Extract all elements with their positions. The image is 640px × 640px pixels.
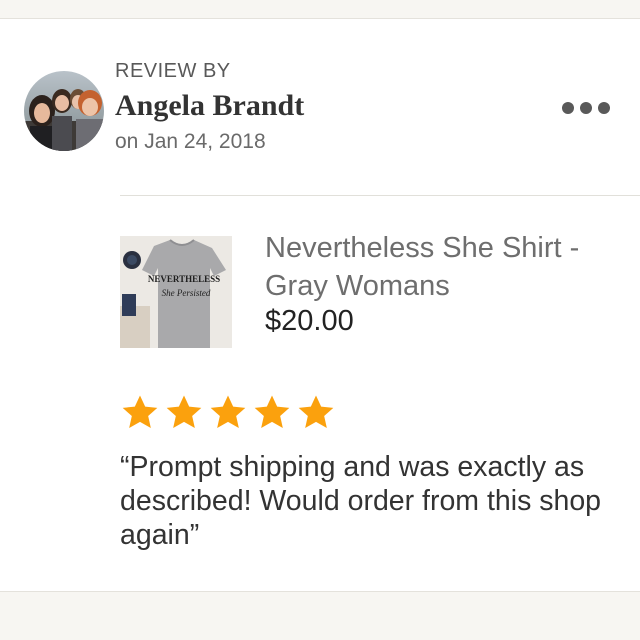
- svg-text:She Persisted: She Persisted: [162, 288, 211, 298]
- review-date: on Jan 24, 2018: [115, 130, 266, 153]
- product-thumbnail[interactable]: NEVERTHELESS She Persisted: [120, 236, 232, 348]
- more-options-icon: [562, 102, 610, 114]
- reviewer-name[interactable]: Angela Brandt: [115, 89, 304, 123]
- review-text: “Prompt shipping and was exactly as desc…: [120, 451, 602, 551]
- product-title[interactable]: Nevertheless She Shirt - Gray Womans: [265, 229, 605, 305]
- star-rating: [120, 393, 336, 433]
- divider: [120, 195, 640, 196]
- review-card: REVIEW BY Angela Brandt on Jan 24, 2018 …: [0, 18, 640, 592]
- review-by-label: REVIEW BY: [115, 60, 231, 82]
- avatar-photo: [24, 71, 104, 151]
- more-options-button[interactable]: [556, 97, 616, 119]
- star-icon: [210, 395, 246, 428]
- shirt-print-text: NEVERTHELESS: [148, 274, 220, 284]
- product-photo: NEVERTHELESS She Persisted: [120, 236, 232, 348]
- star-icon: [298, 395, 334, 428]
- product-price: $20.00: [265, 305, 354, 337]
- reviewer-avatar[interactable]: [24, 71, 104, 151]
- star-icon: [122, 395, 158, 428]
- star-icon: [166, 395, 202, 428]
- star-icon: [254, 395, 290, 428]
